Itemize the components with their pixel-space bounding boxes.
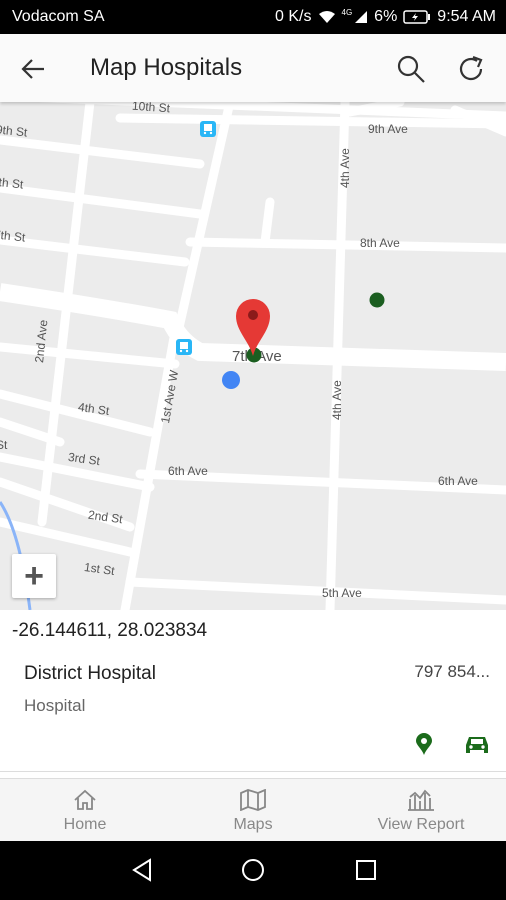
battery-percent: 6% [374,8,398,25]
system-back-icon[interactable] [130,858,154,882]
map-view[interactable]: 10th St 9th Ave 9th St 4th Ave 8th St 8t… [0,102,506,610]
hospital-name: District Hospital [24,663,156,684]
map-icon [240,789,266,811]
hospital-type: Hospital [24,696,86,715]
transit-icon [176,339,192,355]
bottom-navigation: Home Maps View Report [0,778,506,841]
app-bar: Map Hospitals [0,34,506,102]
car-icon[interactable] [464,734,490,756]
street-label: 9th Ave [368,122,408,136]
nav-item-home[interactable]: Home [0,779,170,842]
nav-item-maps[interactable]: Maps [170,779,336,842]
wifi-icon [318,11,335,23]
status-indicators: 0 K/s 4G 6% 9:54 AM [275,8,496,26]
street-label: 9th St [0,122,29,140]
system-navigation-bar [0,841,506,900]
clock: 9:54 AM [437,8,496,25]
hospital-phone[interactable]: 797 854... [414,662,490,682]
my-location-dot [222,371,240,389]
status-bar: Vodacom SA 0 K/s 4G 6% 9:54 AM [0,0,506,34]
zoom-in-button[interactable]: + [12,554,56,598]
system-recents-icon[interactable] [354,858,378,882]
street-label: 8th St [0,174,25,192]
network-type: 4G [341,8,353,17]
location-pin-icon[interactable] [412,732,436,756]
refresh-icon[interactable] [456,54,486,84]
street-label: 6th Ave [168,464,208,478]
carrier-name: Vodacom SA [12,8,105,25]
street-label: 8th Ave [360,236,400,250]
report-chart-icon [408,789,434,811]
nav-label-maps: Maps [233,816,273,833]
street-label: 5th Ave [322,586,362,600]
hospital-card[interactable]: District Hospital 797 854... Hospital [0,648,506,772]
street-label: St [0,438,8,452]
page-title: Map Hospitals [90,54,243,81]
nav-label-view-report: View Report [377,816,465,833]
selected-location-pin-icon[interactable] [234,297,272,357]
street-label: 4th Ave [338,148,352,188]
hospital-marker[interactable] [369,292,385,308]
street-label: 6th Ave [438,474,478,488]
zoom-in-label: + [24,557,44,595]
home-icon [74,789,96,810]
search-icon[interactable] [396,54,426,84]
street-label: 7th St [0,227,27,245]
nav-label-home: Home [63,816,107,833]
signal-icon [355,11,368,23]
transit-icon [200,121,216,137]
network-speed: 0 K/s [275,8,312,25]
street-label: 4th Ave [330,380,344,420]
system-home-icon[interactable] [241,858,265,882]
coordinates-readout: -26.144611, 28.023834 [12,620,208,641]
nav-item-view-report[interactable]: View Report [336,779,506,842]
battery-icon [403,10,431,24]
back-arrow-icon[interactable] [18,54,48,84]
